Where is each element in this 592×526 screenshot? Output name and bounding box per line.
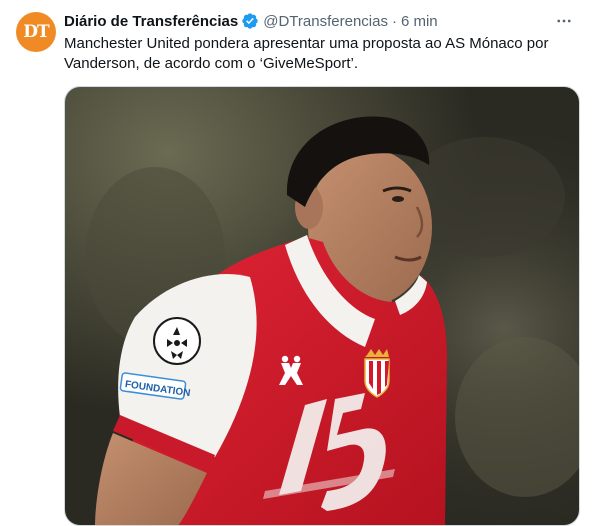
tweet-photo[interactable]: FOUNDATION [64, 86, 580, 526]
avatar-initials: DT [23, 22, 49, 42]
author-name[interactable]: Diário de Transferências [64, 13, 238, 30]
tweet-text: Manchester United pondera apresentar uma… [64, 35, 549, 72]
separator-dot: · [391, 12, 397, 30]
more-options-icon[interactable] [552, 9, 576, 33]
author-handle[interactable]: @DTransferencias [263, 13, 388, 30]
tweet-header: Diário de Transferências @DTransferencia… [64, 11, 576, 31]
author-avatar[interactable]: DT [16, 12, 56, 52]
tweet-timestamp[interactable]: 6 min [401, 13, 438, 30]
player-photo: FOUNDATION [65, 87, 579, 525]
verified-badge-icon [242, 13, 258, 29]
